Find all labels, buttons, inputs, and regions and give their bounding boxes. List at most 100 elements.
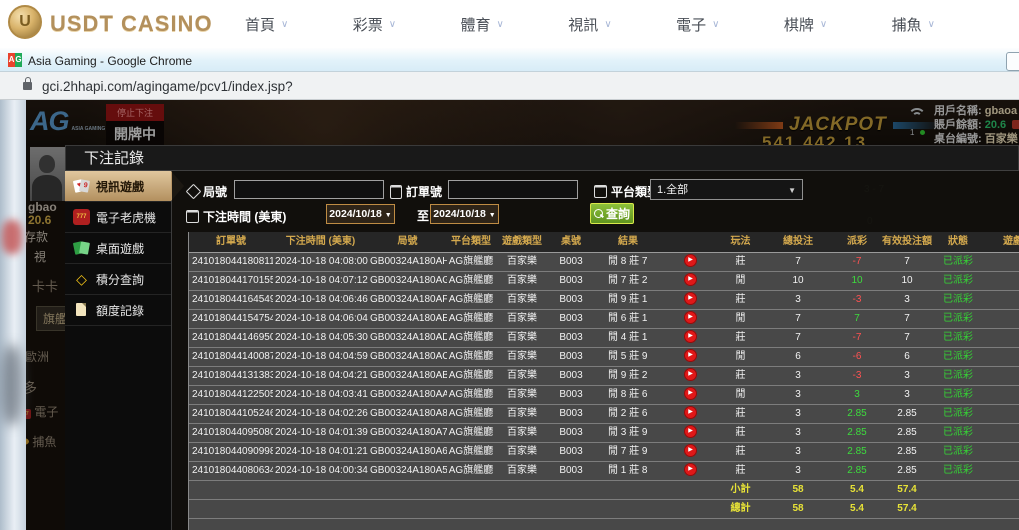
order-number-input[interactable]	[448, 180, 578, 199]
cell-valid: 7	[881, 253, 933, 271]
replay-button[interactable]: ▶	[684, 254, 697, 267]
table-row: 2410180441052462024-10-18 04:02:26GB0032…	[189, 405, 1019, 424]
menu-label: 電子老虎機	[96, 209, 156, 226]
search-button[interactable]: 查詢	[590, 203, 634, 224]
cell-order: 241018044095080	[189, 424, 273, 442]
cell-result: 閒 8 莊 7	[593, 253, 663, 271]
cell-platform: AG旗艦廳	[447, 291, 495, 309]
modal-content: 局號 訂單號 平台類型 1.全部 ▼ 下注時間 (美東	[172, 171, 1019, 530]
menu-item-table-games[interactable]: 桌面遊戲	[65, 233, 171, 264]
nav-item-fishing[interactable]: 捕魚 ∨	[892, 14, 935, 35]
bet-table-header: 訂單號下注時間 (美東)局號平台類型遊戲類型桌號結果玩法總投注派彩有效投注額狀態…	[189, 232, 1019, 253]
replay-button[interactable]: ▶	[684, 463, 697, 476]
cell-valid: 10	[881, 272, 933, 290]
dropdown-arrow-icon: ▼	[489, 212, 496, 219]
label-text: 下注時間 (美東)	[203, 208, 286, 225]
cell-status: 已派彩	[933, 462, 983, 480]
cell-status: 已派彩	[933, 291, 983, 309]
nav-item-slots[interactable]: 電子∨	[676, 14, 719, 35]
cell-extra: -	[983, 443, 1019, 461]
replay-button[interactable]: ▶	[684, 425, 697, 438]
cell-game	[495, 500, 549, 518]
cell-game: 百家樂	[495, 424, 549, 442]
bet-records-modal: 下注記錄 ♥9 視訊遊戲 777 電子老虎機 桌面遊戲 ◇ 積分查詢 額度記錄	[65, 145, 1019, 530]
tag-icon	[186, 184, 202, 200]
order-filter-label: 訂單號	[390, 183, 442, 200]
nav-item-home[interactable]: 首頁∨	[245, 14, 288, 35]
nav-item-lottery[interactable]: 彩票∨	[353, 14, 396, 35]
bet-table-rows: 2410180441808112024-10-18 04:08:00GB0032…	[189, 253, 1019, 519]
main-nav: 首頁∨ 彩票∨ 體育∨ 視訊∨ 電子∨ 棋牌∨ 捕魚 ∨	[225, 0, 955, 48]
table-row: 2410180440950802024-10-18 04:01:39GB0032…	[189, 424, 1019, 443]
menu-item-points[interactable]: ◇ 積分查詢	[65, 264, 171, 295]
filter-panel: 局號 訂單號 平台類型 1.全部 ▼ 下注時間 (美東	[172, 171, 1019, 232]
cell-bet_on: 莊	[718, 424, 763, 442]
nav-item-cards[interactable]: 棋牌∨	[784, 14, 827, 35]
nav-item-live[interactable]: 視訊∨	[568, 14, 611, 35]
cell-game	[495, 481, 549, 499]
menu-item-live-games[interactable]: ♥9 視訊遊戲	[65, 171, 171, 202]
platform-type-select[interactable]: 1.全部 ▼	[650, 179, 803, 200]
cell-result	[593, 500, 663, 518]
cell-table: B003	[549, 386, 593, 404]
cell-total: 10	[763, 272, 833, 290]
window-control-button[interactable]	[1006, 52, 1019, 71]
cell-platform: AG旗艦廳	[447, 310, 495, 328]
summary-label: 小計	[718, 481, 763, 499]
round-number-input[interactable]	[234, 180, 384, 199]
cell-game: 百家樂	[495, 253, 549, 271]
cell-platform: AG旗艦廳	[447, 462, 495, 480]
replay-button[interactable]: ▶	[684, 406, 697, 419]
cell-bet_on: 莊	[718, 253, 763, 271]
nav-label: 捕魚	[892, 14, 922, 35]
replay-button[interactable]: ▶	[684, 292, 697, 305]
chevron-down-icon: ∨	[928, 19, 935, 30]
cell-total: 3	[763, 405, 833, 423]
cell-bet_on: 莊	[718, 329, 763, 347]
column-header: 遊戲類型	[495, 232, 549, 252]
magnifier-icon	[594, 209, 603, 218]
table-row: 2410180441645492024-10-18 04:06:46GB0032…	[189, 291, 1019, 310]
cell-round: GB00324A180AA	[368, 386, 447, 404]
cell-status: 已派彩	[933, 386, 983, 404]
cell-replay	[663, 500, 718, 518]
cell-total: 6	[763, 348, 833, 366]
cell-result: 閒 7 莊 2	[593, 272, 663, 290]
cell-result: 閒 6 莊 1	[593, 310, 663, 328]
menu-item-quota-records[interactable]: 額度記錄	[65, 295, 171, 326]
nav-item-sports[interactable]: 體育∨	[461, 14, 504, 35]
date-from-picker[interactable]: 2024/10/18 ▼	[326, 204, 395, 224]
cell-time	[273, 500, 368, 518]
cell-time: 2024-10-18 04:04:21	[273, 367, 368, 385]
cell-total: 3	[763, 443, 833, 461]
document-icon	[73, 302, 90, 318]
date-from-value: 2024/10/18	[329, 208, 382, 220]
cell-status: 已派彩	[933, 424, 983, 442]
replay-button[interactable]: ▶	[684, 330, 697, 343]
nav-label: 電子	[676, 14, 706, 35]
cell-replay: ▶	[663, 386, 718, 404]
cell-result: 閒 8 莊 6	[593, 386, 663, 404]
date-to-picker[interactable]: 2024/10/18 ▼	[430, 204, 499, 224]
cell-platform: AG旗艦廳	[447, 272, 495, 290]
cell-payout: 5.4	[833, 500, 881, 518]
menu-label: 積分查詢	[96, 271, 144, 288]
cell-platform: AG旗艦廳	[447, 443, 495, 461]
cell-extra: -	[983, 253, 1019, 271]
replay-button[interactable]: ▶	[684, 368, 697, 381]
replay-button[interactable]: ▶	[684, 387, 697, 400]
replay-button[interactable]: ▶	[684, 349, 697, 362]
replay-button[interactable]: ▶	[684, 444, 697, 457]
replay-button[interactable]: ▶	[684, 311, 697, 324]
slot-machine-icon: 777	[73, 209, 90, 225]
url-text[interactable]: gci.2hhapi.com/agingame/pcv1/index.jsp?	[42, 79, 293, 94]
cell-table: B003	[549, 291, 593, 309]
column-header: 局號	[368, 232, 447, 252]
replay-button[interactable]: ▶	[684, 273, 697, 286]
nav-label: 視訊	[568, 14, 598, 35]
menu-item-slots[interactable]: 777 電子老虎機	[65, 202, 171, 233]
cell-replay: ▶	[663, 405, 718, 423]
cell-table: B003	[549, 443, 593, 461]
table-row: 2410180441808112024-10-18 04:08:00GB0032…	[189, 253, 1019, 272]
menu-label: 視訊遊戲	[96, 178, 144, 195]
